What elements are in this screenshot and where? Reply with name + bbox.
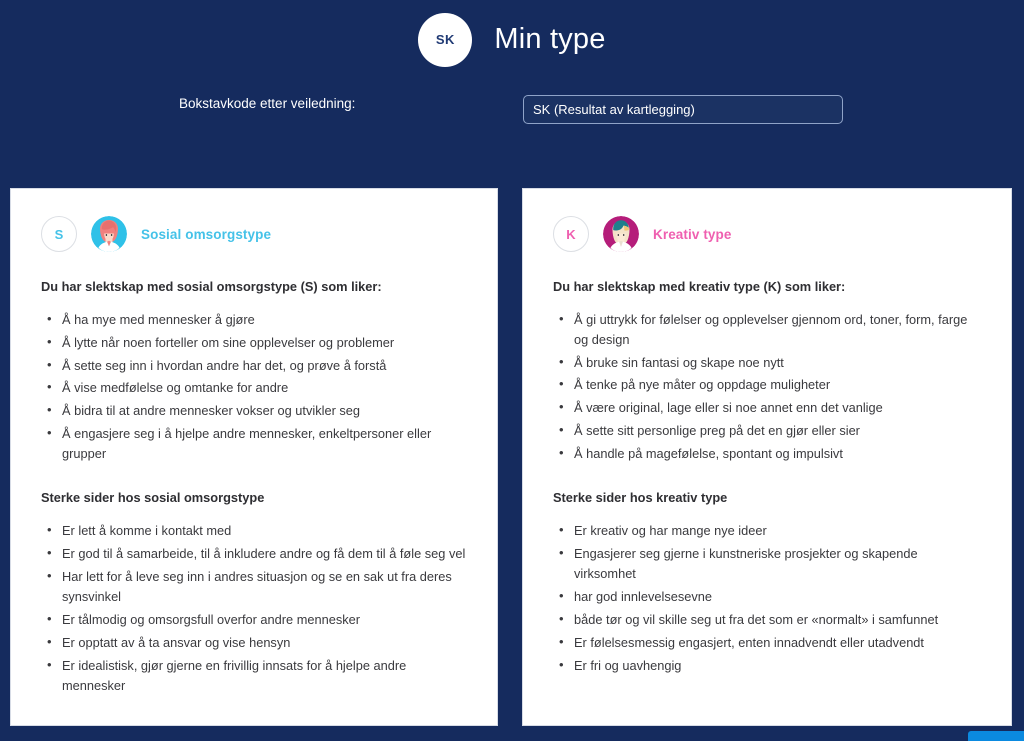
type-name-social: Sosial omsorgstype [141,226,272,242]
likes-title-creative: Du har slektskap med kreativ type (K) so… [553,279,846,294]
strengths-title-creative: Sterke sider hos kreativ type [553,490,728,506]
list-item: Å handle på magefølelse, spontant og imp… [559,443,981,464]
letter-badge-k: K [553,216,589,252]
list-item: Er opptatt av å ta ansvar og vise hensyn [47,632,467,653]
list-item: Er idealistisk, gjør gjerne en frivillig… [47,655,467,696]
list-item: Har lett for å leve seg inn i andres sit… [47,566,467,607]
type-name-creative: Kreativ type [653,226,732,242]
list-item: Å engasjere seg i å hjelpe andre mennesk… [47,423,467,464]
list-item: Er tålmodig og omsorgsfull overfor andre… [47,609,467,630]
list-item: Å sette sitt personlige preg på det en g… [559,420,981,441]
list-item: både tør og vil skille seg ut fra det so… [559,609,981,630]
person-avatar-social-icon [91,216,127,252]
list-item: har god innlevelsesevne [559,586,981,607]
letter-code-label: Bokstavkode etter veiledning: [179,96,356,111]
type-card-creative: K Kreativ type Du har slektskap med krea… [522,188,1012,726]
list-item: Å tenke på nye måter og oppdage mulighet… [559,374,981,395]
page-header: SK Min type [0,0,1024,75]
card-header-creative: K Kreativ type [553,216,981,252]
list-item: Er fri og uavhengig [559,655,981,676]
strengths-list-creative: Er kreativ og har mange nye ideer Engasj… [553,520,981,676]
type-cards-container: S Sosial omsorgstype Du har slektskap me… [0,188,1024,741]
card-header-social: S Sosial omsorgstype [41,216,467,252]
type-card-social: S Sosial omsorgstype Du har slektskap me… [10,188,498,726]
list-item: Å bidra til at andre mennesker vokser og… [47,400,467,421]
likes-list-creative: Å gi uttrykk for følelser og opplevelser… [553,309,981,465]
list-item: Å bruke sin fantasi og skape noe nytt [559,352,981,373]
avatar: SK [418,12,473,67]
list-item: Er lett å komme i kontakt med [47,520,467,541]
likes-title-social: Du har slektskap med sosial omsorgstype … [41,279,382,294]
list-item: Å gi uttrykk for følelser og opplevelser… [559,309,981,350]
list-item: Å vise medfølelse og omtanke for andre [47,377,467,398]
list-item: Å lytte når noen forteller om sine opple… [47,332,467,353]
likes-list-social: Å ha mye med mennesker å gjøre Å lytte n… [41,309,467,465]
list-item: Er god til å samarbeide, til å inkludere… [47,543,467,564]
letter-code-form: Bokstavkode etter veiledning: [0,75,1024,185]
strengths-title-social: Sterke sider hos sosial omsorgstype [41,490,265,506]
list-item: Engasjerer seg gjerne i kunstneriske pro… [559,543,981,584]
person-avatar-creative-icon [603,216,639,252]
list-item: Er kreativ og har mange nye ideer [559,520,981,541]
strengths-list-social: Er lett å komme i kontakt med Er god til… [41,520,467,696]
list-item: Å være original, lage eller si noe annet… [559,397,981,418]
letter-badge-s: S [41,216,77,252]
list-item: Å ha mye med mennesker å gjøre [47,309,467,330]
list-item: Å sette seg inn i hvordan andre har det,… [47,355,467,376]
list-item: Er følelsesmessig engasjert, enten innad… [559,632,981,653]
letter-code-input[interactable] [523,95,843,124]
next-button[interactable] [968,731,1024,741]
page-title: Min type [494,23,606,55]
